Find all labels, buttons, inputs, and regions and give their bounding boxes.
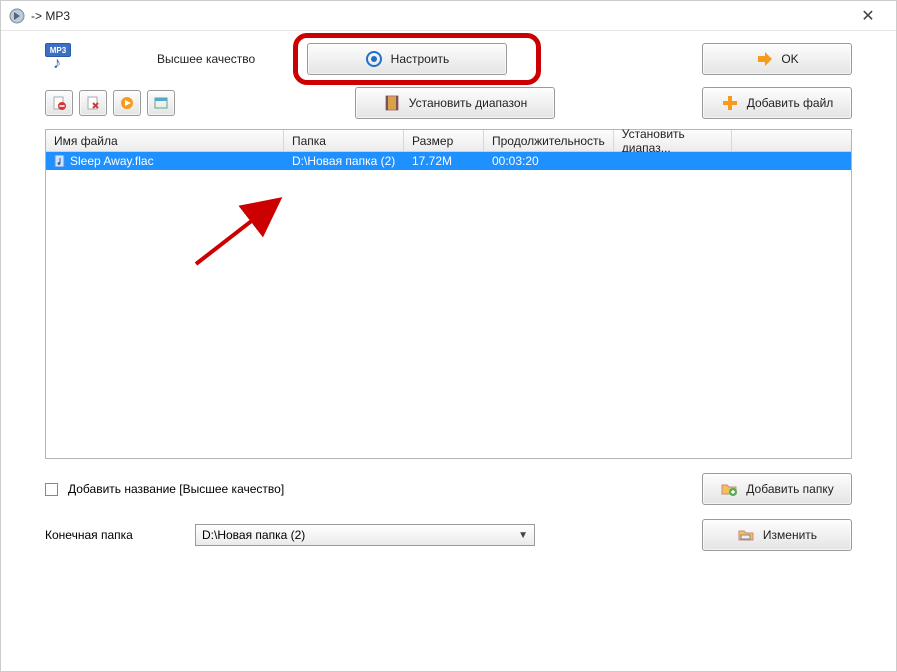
dest-folder-dropdown[interactable]: D:\Новая папка (2) ▼: [195, 524, 535, 546]
list-view-button[interactable]: [147, 90, 175, 116]
small-button-group: [45, 90, 175, 116]
film-icon: [383, 94, 401, 112]
add-folder-button[interactable]: Добавить папку: [702, 473, 852, 505]
set-range-button[interactable]: Установить диапазон: [355, 87, 555, 119]
arrow-right-icon: [755, 50, 773, 68]
quality-label: Высшее качество: [157, 52, 277, 66]
close-button[interactable]: ✕: [848, 6, 888, 26]
dest-folder-label: Конечная папка: [45, 528, 185, 542]
cell-name: Sleep Away.flac: [46, 154, 284, 168]
change-label: Изменить: [763, 528, 817, 542]
ok-button[interactable]: OK: [702, 43, 852, 75]
cell-size: 17.72M: [404, 154, 484, 168]
dest-folder-value: D:\Новая папка (2): [202, 528, 305, 542]
music-note-icon: ♪: [53, 55, 61, 73]
add-file-label: Добавить файл: [747, 96, 834, 110]
add-folder-label: Добавить папку: [746, 482, 833, 496]
cell-name-text: Sleep Away.flac: [70, 154, 154, 168]
file-table: Имя файла Папка Размер Продолжительность…: [45, 129, 852, 459]
gear-icon: [365, 50, 383, 68]
folder-open-icon: [737, 526, 755, 544]
app-icon: [9, 8, 25, 24]
col-header-range[interactable]: Установить диапаз...: [614, 130, 732, 151]
cell-folder: D:\Новая папка (2): [284, 154, 404, 168]
delete-file-button[interactable]: [79, 90, 107, 116]
col-header-size[interactable]: Размер: [404, 130, 484, 151]
table-row[interactable]: Sleep Away.flac D:\Новая папка (2) 17.72…: [46, 152, 851, 170]
folder-plus-icon: [720, 480, 738, 498]
add-name-checkbox[interactable]: [45, 483, 58, 496]
col-header-folder[interactable]: Папка: [284, 130, 404, 151]
window-title: -> MP3: [31, 9, 848, 23]
titlebar: -> MP3 ✕: [1, 1, 896, 31]
mp3-format-icon: MP3 ♪: [45, 43, 77, 75]
col-header-rest: [732, 130, 851, 151]
top-row: MP3 ♪ Высшее качество Настроить OK: [1, 31, 896, 83]
configure-button-label: Настроить: [391, 52, 450, 66]
chevron-down-icon: ▼: [518, 530, 528, 541]
col-header-duration[interactable]: Продолжительность: [484, 130, 614, 151]
set-range-label: Установить диапазон: [409, 96, 527, 110]
configure-button[interactable]: Настроить: [307, 43, 507, 75]
ok-button-label: OK: [781, 52, 798, 66]
plus-icon: [721, 94, 739, 112]
cell-duration: 00:03:20: [484, 154, 604, 168]
change-button[interactable]: Изменить: [702, 519, 852, 551]
table-body[interactable]: Sleep Away.flac D:\Новая папка (2) 17.72…: [46, 152, 851, 458]
col-header-name[interactable]: Имя файла: [46, 130, 284, 151]
audio-file-icon: [54, 155, 66, 167]
bottom-area: Добавить название [Высшее качество] Доба…: [1, 459, 896, 551]
table-header: Имя файла Папка Размер Продолжительность…: [46, 130, 851, 152]
add-name-label: Добавить название [Высшее качество]: [68, 482, 284, 496]
arrow-annotation: [186, 194, 296, 274]
add-file-button[interactable]: Добавить файл: [702, 87, 852, 119]
remove-file-button[interactable]: [45, 90, 73, 116]
play-button[interactable]: [113, 90, 141, 116]
second-row: Установить диапазон Добавить файл: [1, 83, 896, 129]
